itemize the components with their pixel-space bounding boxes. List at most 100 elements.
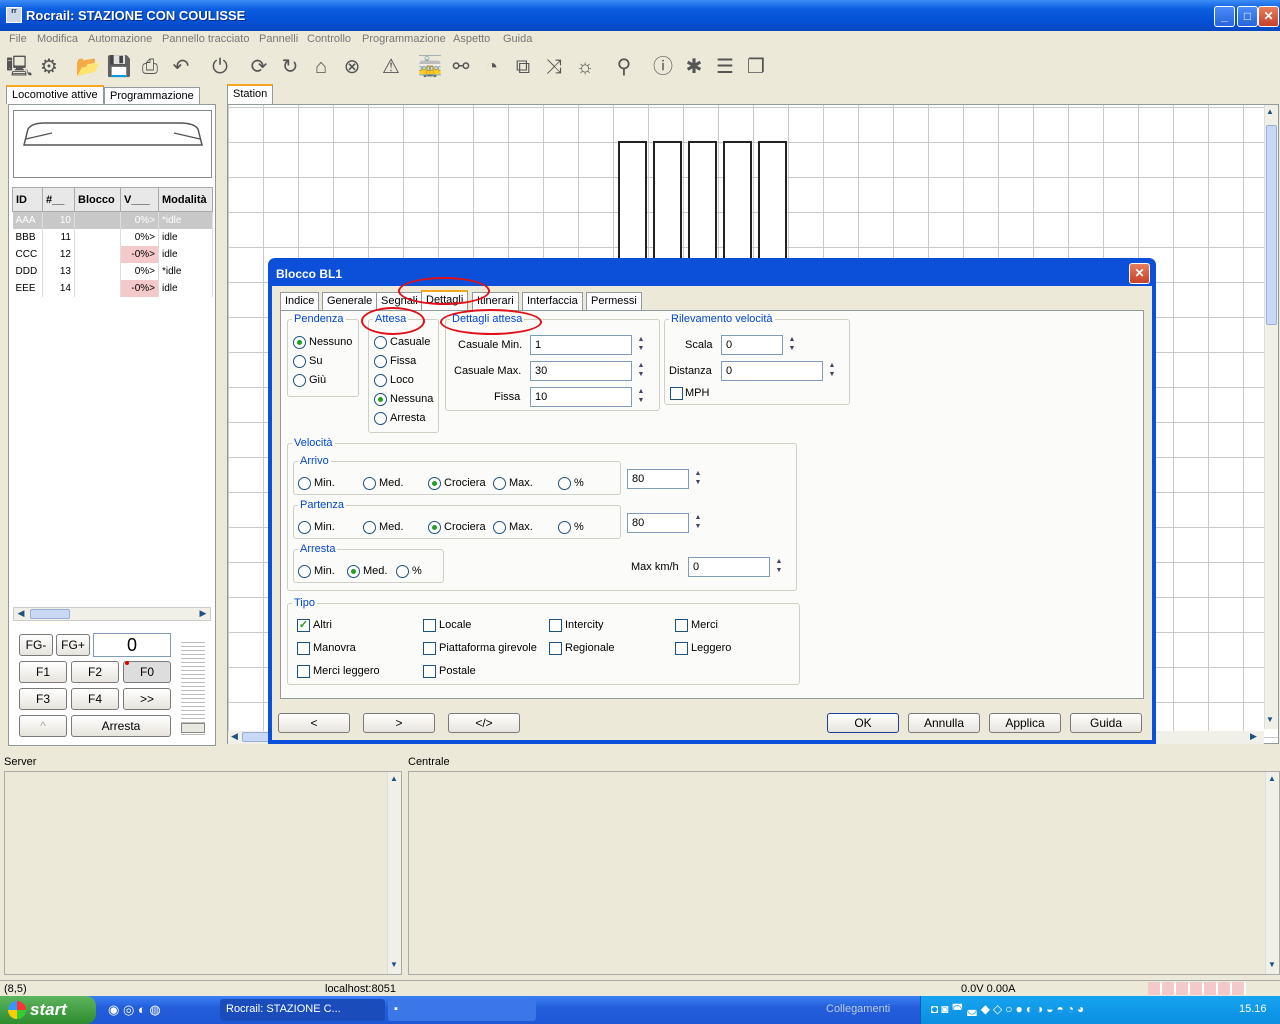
track-block[interactable] <box>688 141 717 261</box>
menu-pannelli[interactable]: Pannelli <box>259 33 298 45</box>
tab-generale[interactable]: Generale <box>322 292 378 311</box>
scroll-right-icon[interactable]: ▶ <box>1250 731 1257 742</box>
loco-icon[interactable]: 🚋 <box>417 53 443 81</box>
col-v[interactable]: V___ <box>120 187 159 212</box>
fg-minus-button[interactable]: FG- <box>19 634 53 656</box>
task-console[interactable]: ▪ <box>388 999 536 1021</box>
centrale-vscrollbar[interactable]: ▲ ▼ <box>1265 772 1279 974</box>
scroll-down-icon[interactable]: ▼ <box>1268 960 1276 969</box>
partenza-value-spinner[interactable]: ▲ ▼ <box>691 513 705 533</box>
maximize-button[interactable]: □ <box>1237 6 1258 27</box>
menu-guida[interactable]: Guida <box>503 33 532 45</box>
table-row[interactable]: CCC 12 -0%> idle <box>12 245 213 263</box>
search-icon[interactable]: ⚲ <box>611 53 637 81</box>
tipo-leggero-checkbox[interactable] <box>675 642 688 655</box>
centrale-log[interactable]: ▲ ▼ <box>408 771 1280 975</box>
apply-button[interactable]: Applica <box>989 713 1061 733</box>
pendenza-su-radio[interactable] <box>293 355 306 368</box>
arresta-pct-radio[interactable] <box>396 565 409 578</box>
casuale-max-spinner[interactable]: ▲ ▼ <box>634 361 648 381</box>
table-row[interactable]: AAA 10 0%> *idle <box>12 211 213 229</box>
tipo-manovra-checkbox[interactable] <box>297 642 310 655</box>
track-block[interactable] <box>618 141 647 261</box>
refresh-icon[interactable]: ⟳ <box>246 53 272 81</box>
arrivo-max-radio[interactable] <box>493 477 506 490</box>
stop-button[interactable]: Arresta <box>71 715 171 737</box>
col-modalita[interactable]: Modalità <box>158 187 213 212</box>
track-block[interactable] <box>653 141 682 261</box>
partenza-crociera-radio[interactable] <box>428 521 441 534</box>
table-row[interactable]: DDD 13 0%> *idle <box>12 262 213 280</box>
speed-slider-thumb[interactable] <box>181 723 205 733</box>
tray-icons[interactable]: ◘◙◚◛◆◇○●◐◑◒◓◔◕ <box>931 1002 1087 1016</box>
tipo-piattaforma-checkbox[interactable] <box>423 642 436 655</box>
track-vscrollbar[interactable]: ▲ ▼ <box>1264 105 1278 729</box>
table-row[interactable]: EEE 14 -0%> idle <box>12 279 213 297</box>
next-button[interactable]: > <box>363 713 435 733</box>
f2-button[interactable]: F2 <box>71 661 119 683</box>
menu-aspetto[interactable]: Aspetto <box>453 33 490 45</box>
menu-controllo[interactable]: Controllo <box>307 33 351 45</box>
scroll-thumb[interactable] <box>30 609 70 619</box>
arrivo-med-radio[interactable] <box>363 477 376 490</box>
distanza-input[interactable]: 0 <box>721 361 823 381</box>
collegamenti-label[interactable]: Collegamenti <box>826 1003 890 1015</box>
tipo-postale-checkbox[interactable] <box>423 665 436 678</box>
arresta-med-radio[interactable] <box>347 565 360 578</box>
scroll-right-icon[interactable]: ▶ <box>196 608 210 620</box>
partenza-value-input[interactable]: 80 <box>627 513 689 533</box>
attesa-arresta-radio[interactable] <box>374 412 387 425</box>
track-block[interactable] <box>723 141 752 261</box>
save-icon[interactable]: 💾 <box>106 53 132 81</box>
f3-button[interactable]: F3 <box>19 688 67 710</box>
shuffle-icon[interactable]: ⤨ <box>541 53 567 81</box>
fissa-input[interactable]: 10 <box>530 387 632 407</box>
undo-icon[interactable]: ↶ <box>168 53 194 81</box>
direction-button[interactable]: ^ <box>19 715 67 737</box>
tab-station[interactable]: Station <box>227 84 274 104</box>
more-functions-button[interactable]: >> <box>123 688 171 710</box>
scroll-up-icon[interactable]: ▲ <box>1266 107 1277 119</box>
arrivo-min-radio[interactable] <box>298 477 311 490</box>
server-vscrollbar[interactable]: ▲ ▼ <box>387 772 401 974</box>
connect-icon[interactable]: 🖳 <box>6 53 33 81</box>
scala-input[interactable]: 0 <box>721 335 783 355</box>
scala-spinner[interactable]: ▲ ▼ <box>785 335 799 355</box>
server-log[interactable]: ▲ ▼ <box>4 771 402 975</box>
task-rocrail[interactable]: Rocrail: STAZIONE C... <box>220 999 385 1021</box>
reset-icon[interactable]: ↻ <box>277 53 303 81</box>
power-icon[interactable]: ⏻ <box>207 53 233 81</box>
light-icon[interactable]: ☼ <box>572 53 598 81</box>
cancel-button[interactable]: Annulla <box>908 713 980 733</box>
minimize-button[interactable]: _ <box>1214 6 1235 27</box>
print-icon[interactable]: ⎙ <box>137 53 163 81</box>
f1-button[interactable]: F1 <box>19 661 67 683</box>
tab-indice[interactable]: Indice <box>280 292 320 311</box>
attesa-casuale-radio[interactable] <box>374 336 387 349</box>
route-icon[interactable]: ⧉ <box>510 53 536 81</box>
tipo-merci-leggero-checkbox[interactable] <box>297 665 310 678</box>
scroll-left-icon[interactable]: ◀ <box>14 608 28 620</box>
xml-button[interactable]: </> <box>448 713 520 733</box>
mph-checkbox[interactable] <box>670 387 683 400</box>
maxkmh-spinner[interactable]: ▲ ▼ <box>772 557 786 577</box>
settings-icon[interactable]: ⚙ <box>36 53 62 81</box>
casuale-min-spinner[interactable]: ▲ ▼ <box>634 335 648 355</box>
partenza-med-radio[interactable] <box>363 521 376 534</box>
info-icon[interactable]: ⓘ <box>650 53 676 81</box>
tab-permessi[interactable]: Permessi <box>586 292 642 311</box>
arresta-min-radio[interactable] <box>298 565 311 578</box>
scroll-down-icon[interactable]: ▼ <box>1266 715 1277 727</box>
ok-button[interactable]: OK <box>827 713 899 733</box>
scroll-up-icon[interactable]: ▲ <box>390 774 398 783</box>
warning-icon[interactable]: ⚠ <box>378 53 404 81</box>
help-button[interactable]: Guida <box>1070 713 1142 733</box>
bug-icon[interactable]: ✱ <box>681 53 707 81</box>
attesa-nessuna-radio[interactable] <box>374 393 387 406</box>
menu-modifica[interactable]: Modifica <box>37 33 78 45</box>
arrivo-value-input[interactable]: 80 <box>627 469 689 489</box>
tab-interfaccia[interactable]: Interfaccia <box>522 292 583 311</box>
col-id[interactable]: ID <box>12 187 43 212</box>
col-num[interactable]: #__ <box>42 187 75 212</box>
tipo-altri-checkbox[interactable]: ✓ <box>297 619 310 632</box>
